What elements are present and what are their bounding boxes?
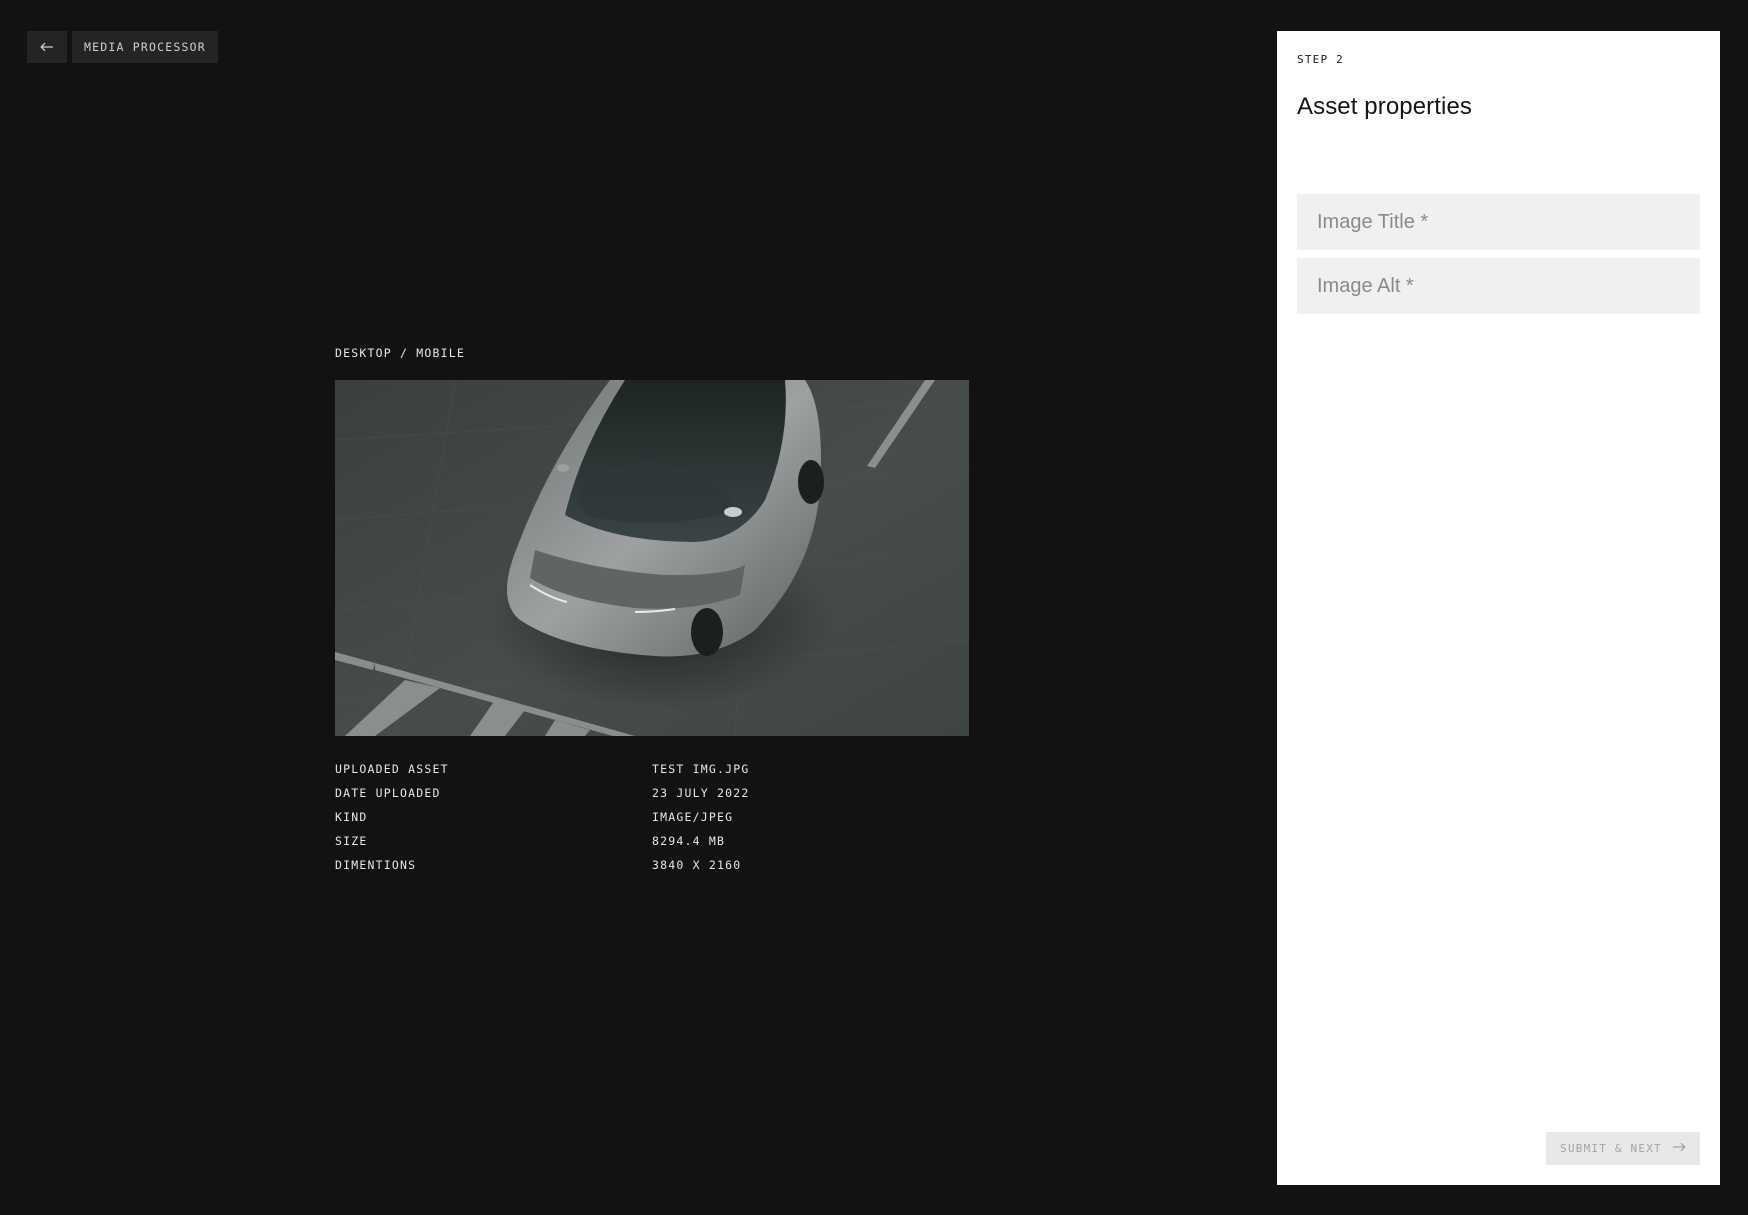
back-button[interactable]: [27, 31, 67, 63]
meta-key: KIND: [335, 810, 368, 824]
submit-label: SUBMIT & NEXT: [1560, 1142, 1662, 1155]
breadcrumb-media-processor[interactable]: MEDIA PROCESSOR: [72, 31, 218, 63]
asset-metadata: UPLOADED ASSET TEST IMG.JPG DATE UPLOADE…: [335, 757, 969, 877]
meta-value: IMAGE/JPEG: [652, 810, 734, 824]
preview-image: [335, 380, 969, 736]
meta-value: TEST IMG.JPG: [652, 762, 750, 776]
meta-row-uploaded-asset: UPLOADED ASSET TEST IMG.JPG: [335, 757, 969, 781]
meta-key: DATE UPLOADED: [335, 786, 441, 800]
meta-row-date-uploaded: DATE UPLOADED 23 JULY 2022: [335, 781, 969, 805]
step-label: STEP 2: [1297, 53, 1344, 66]
top-nav: MEDIA PROCESSOR: [27, 31, 218, 63]
meta-row-kind: KIND IMAGE/JPEG: [335, 805, 969, 829]
image-alt-input[interactable]: [1297, 258, 1700, 314]
asset-preview: DESKTOP / MOBILE UPLOADED ASSET TEST IMG…: [335, 345, 969, 872]
meta-value: 3840 X 2160: [652, 858, 742, 872]
meta-key: UPLOADED ASSET: [335, 762, 449, 776]
preview-label: DESKTOP / MOBILE: [335, 346, 465, 360]
image-title-input[interactable]: [1297, 194, 1700, 250]
arrow-right-icon: [1672, 1142, 1686, 1155]
asset-properties-panel: STEP 2 Asset properties SUBMIT & NEXT: [1277, 31, 1720, 1185]
meta-key: SIZE: [335, 834, 368, 848]
arrow-left-icon: [40, 42, 54, 52]
meta-row-size: SIZE 8294.4 MB: [335, 829, 969, 853]
panel-title: Asset properties: [1297, 93, 1473, 120]
meta-value: 23 JULY 2022: [652, 786, 750, 800]
meta-row-dimentions: DIMENTIONS 3840 X 2160: [335, 853, 969, 877]
meta-value: 8294.4 MB: [652, 834, 726, 848]
submit-next-button[interactable]: SUBMIT & NEXT: [1546, 1132, 1700, 1165]
meta-key: DIMENTIONS: [335, 858, 417, 872]
